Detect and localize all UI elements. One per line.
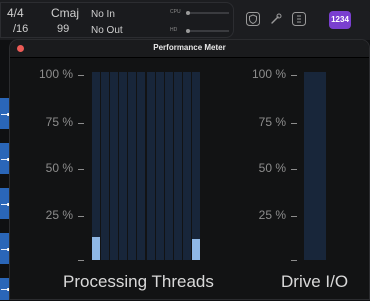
drive-io-label: Drive I/O <box>281 272 349 291</box>
key-signature[interactable]: Cmaj <box>51 6 79 20</box>
thread-bar <box>128 72 136 260</box>
tick-mark <box>78 260 84 261</box>
thread-bar <box>183 72 191 260</box>
thread-bar <box>92 72 100 260</box>
tick-label-25: 25 % <box>258 208 286 222</box>
hd-label: HD <box>170 27 178 33</box>
thread-bar <box>192 72 200 260</box>
processing-threads-label: Processing Threads <box>63 272 214 291</box>
tick-label-50: 50 % <box>258 161 286 175</box>
thread-bar <box>110 72 118 260</box>
drive-io-meter <box>304 72 326 260</box>
tick-label-100: 100 % <box>251 67 286 81</box>
tick-label-75: 75 % <box>45 115 73 129</box>
tick-mark <box>78 123 84 124</box>
thread-bar <box>119 72 127 260</box>
window-title: Performance Meter <box>153 43 226 52</box>
score-icon <box>292 12 306 26</box>
tick-label-100: 100 % <box>38 67 73 81</box>
lcd-display[interactable]: 4/4 /16 Cmaj 99 No In No Out CPU HD <box>0 2 234 38</box>
hd-meter-dot <box>186 29 190 33</box>
thread-bar <box>165 72 173 260</box>
tick-mark <box>78 75 84 76</box>
tick-mark <box>291 169 297 170</box>
thread-bar <box>174 72 182 260</box>
thread-level <box>92 237 100 260</box>
thread-bar <box>147 72 155 260</box>
time-division[interactable]: /16 <box>13 23 28 35</box>
tools-button[interactable] <box>268 11 284 27</box>
cpu-label: CPU <box>170 9 181 15</box>
tick-mark <box>291 216 297 217</box>
count-in-button[interactable]: 1234 <box>329 11 351 29</box>
tick-mark <box>291 260 297 261</box>
performance-meter-window: Performance Meter 100 % 75 % 50 % 25 % 1… <box>9 39 370 300</box>
tempo-value[interactable]: 99 <box>57 23 69 35</box>
wrench-icon <box>271 13 282 24</box>
tick-mark <box>291 123 297 124</box>
tick-mark <box>291 75 297 76</box>
midi-out-display: No Out <box>91 25 123 36</box>
thread-level <box>192 239 200 260</box>
tick-label-75: 75 % <box>258 115 286 129</box>
thread-bar <box>101 72 109 260</box>
thread-bar <box>156 72 164 260</box>
cpu-meter-dot <box>186 11 190 15</box>
score-button[interactable] <box>291 11 307 27</box>
control-bar: 4/4 /16 Cmaj 99 No In No Out CPU HD 1234 <box>0 0 370 40</box>
processing-threads-meter <box>92 72 201 260</box>
midi-in-display: No In <box>91 9 115 20</box>
hd-meter[interactable] <box>187 30 229 32</box>
shield-icon <box>246 12 260 26</box>
cpu-meter[interactable] <box>187 12 229 14</box>
tick-label-25: 25 % <box>45 208 73 222</box>
thread-bar <box>137 72 145 260</box>
time-signature[interactable]: 4/4 <box>7 6 24 20</box>
tick-label-50: 50 % <box>45 161 73 175</box>
shield-button[interactable] <box>245 11 261 27</box>
tick-mark <box>78 169 84 170</box>
tick-mark <box>78 216 84 217</box>
window-titlebar[interactable]: Performance Meter <box>10 40 369 58</box>
